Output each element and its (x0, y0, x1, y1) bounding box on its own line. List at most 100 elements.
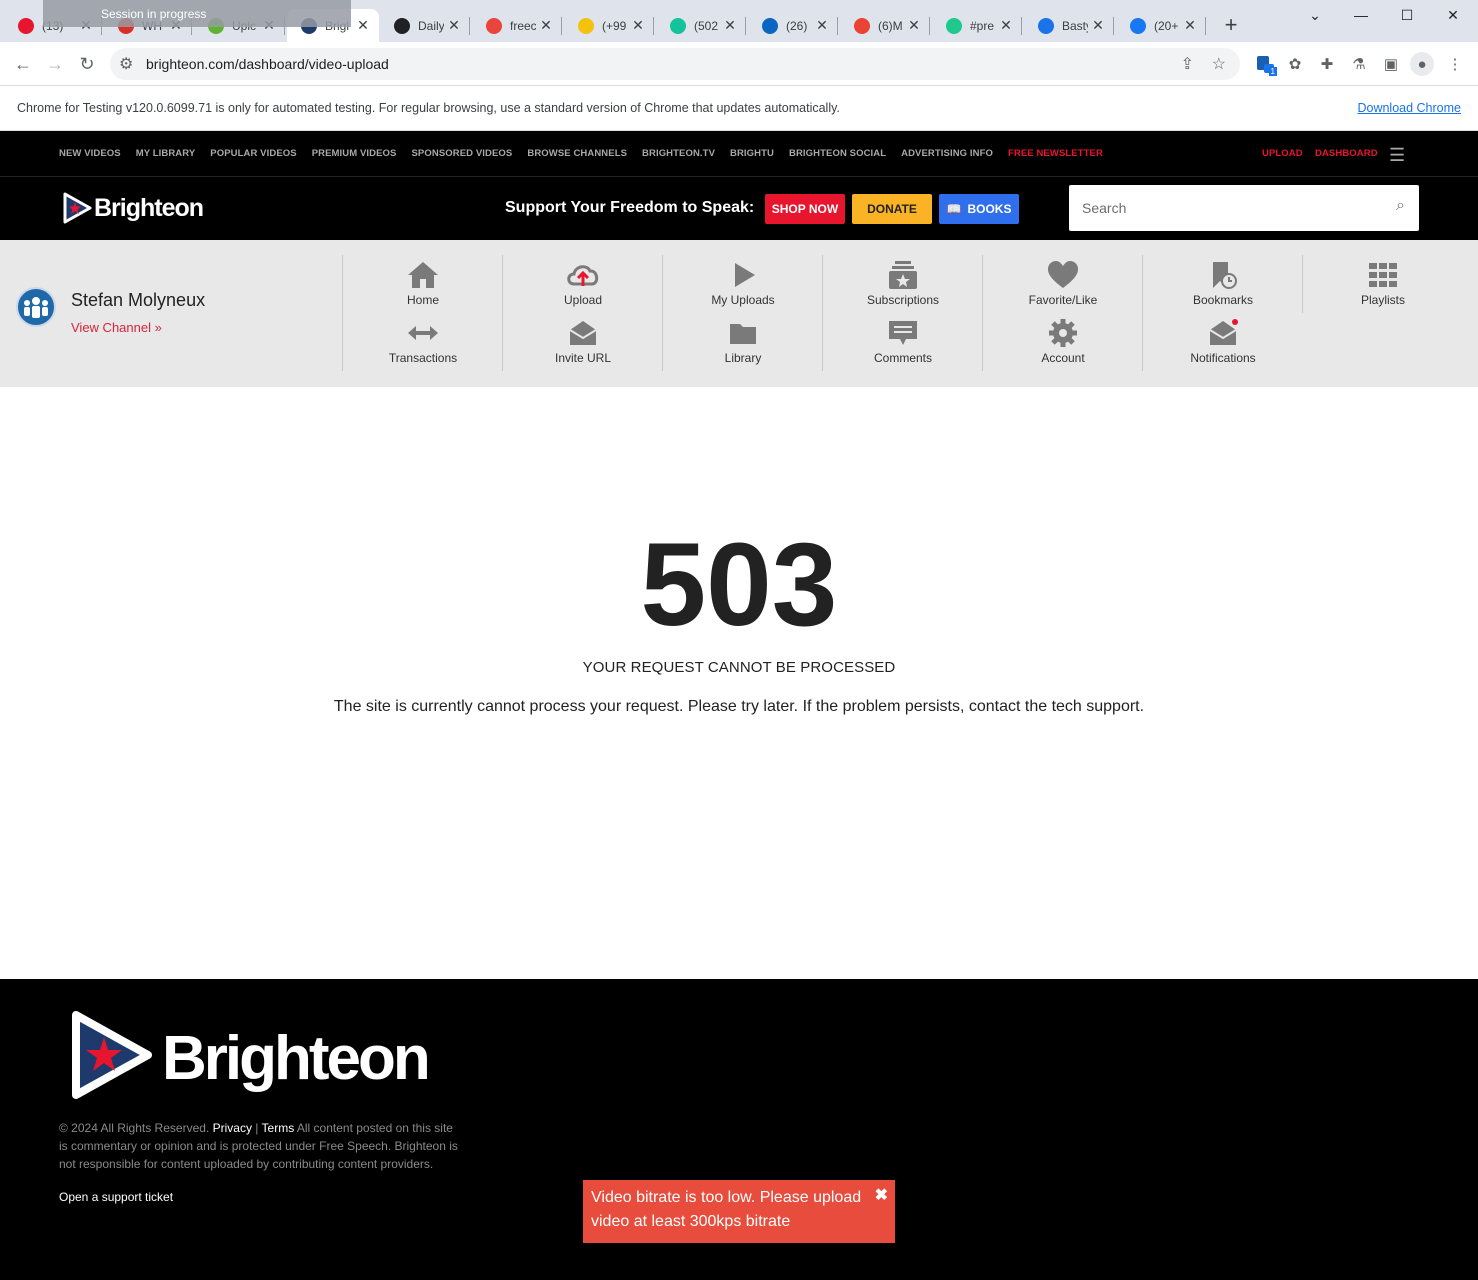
tab-favicon-icon (854, 17, 870, 34)
tab-search-icon[interactable]: ⌄ (1292, 0, 1338, 30)
view-channel-link[interactable]: View Channel » (71, 320, 162, 335)
topnav-link[interactable]: BRIGHTU (730, 148, 774, 159)
tab-title: freec (510, 18, 536, 33)
dash-col-5: Favorite/Like Account (982, 255, 1142, 371)
play-icon (735, 263, 755, 287)
privacy-link[interactable]: Privacy (213, 1121, 252, 1135)
browser-tab[interactable]: Daily ✕ (380, 9, 470, 42)
extension-icon[interactable]: 1 (1253, 52, 1277, 76)
flask-icon[interactable]: ⚗ (1347, 52, 1371, 76)
profile-icon[interactable]: ● (1410, 52, 1434, 76)
envelope-notification-icon (1209, 319, 1238, 345)
share-icon[interactable]: ⇪ (1181, 54, 1194, 74)
toast-close-icon[interactable]: ✖ (875, 1184, 888, 1208)
dash-item-invite-url[interactable]: Invite URL (503, 318, 663, 365)
tab-title: (20+ (1154, 18, 1179, 33)
hamburger-menu-icon[interactable]: ☰ (1389, 145, 1405, 166)
tab-favicon-icon (486, 17, 502, 34)
tab-close-icon[interactable]: ✕ (996, 17, 1016, 34)
browser-tab[interactable]: freec ✕ (472, 9, 562, 42)
newsletter-link[interactable]: FREE NEWSLETTER (1008, 148, 1103, 159)
browser-tab[interactable]: Basty✕ (1024, 9, 1114, 42)
toast-message: Video bitrate is too low. Please upload … (591, 1189, 862, 1230)
avatar[interactable] (16, 287, 56, 327)
tab-title: Daily (418, 18, 444, 33)
tab-close-icon[interactable]: ✕ (720, 17, 740, 34)
tab-close-icon[interactable]: ✕ (1088, 17, 1108, 34)
search-icon[interactable]: ⌕ (1396, 197, 1405, 215)
dash-item-upload[interactable]: Upload (503, 260, 663, 307)
dash-item-playlists[interactable]: Playlists (1303, 260, 1463, 307)
brighteon-logo[interactable]: Brighteon (62, 192, 204, 224)
dash-item-comments[interactable]: Comments (823, 318, 983, 365)
topnav-link[interactable]: PREMIUM VIDEOS (312, 148, 397, 159)
browser-tab[interactable]: (502 ✕ (656, 9, 746, 42)
browser-tab[interactable]: (20+ ✕ (1116, 9, 1206, 42)
back-icon[interactable]: ← (9, 50, 37, 78)
tab-close-icon[interactable]: ✕ (444, 17, 464, 34)
browser-tab[interactable]: #pre ✕ (932, 9, 1022, 42)
minimize-icon[interactable]: — (1338, 0, 1384, 30)
tab-close-icon[interactable]: ✕ (1180, 17, 1200, 34)
url-text[interactable]: brighteon.com/dashboard/video-upload (146, 56, 389, 72)
address-bar[interactable]: ⚙ brighteon.com/dashboard/video-upload ⇪… (110, 48, 1240, 80)
browser-tab[interactable]: (26) ✕ (748, 9, 838, 42)
tab-close-icon[interactable]: ✕ (904, 17, 924, 34)
shop-now-button[interactable]: SHOP NOW (765, 194, 845, 224)
book-icon: 📖 (946, 202, 962, 216)
extension-icon-2[interactable]: ✿ (1283, 52, 1307, 76)
forward-icon[interactable]: → (41, 50, 69, 78)
dash-item-subscriptions[interactable]: Subscriptions (823, 260, 983, 307)
tab-title: Basty (1062, 18, 1088, 33)
topnav-link[interactable]: NEW VIDEOS (59, 148, 121, 159)
support-ticket-link[interactable]: Open a support ticket (59, 1190, 173, 1204)
search-input[interactable]: Search ⌕ (1069, 185, 1419, 231)
topnav-link[interactable]: MY LIBRARY (136, 148, 196, 159)
browser-tab[interactable]: (+99 ✕ (564, 9, 654, 42)
footer-copyright: © 2024 All Rights Reserved. Privacy | Te… (59, 1121, 458, 1171)
home-icon (408, 262, 438, 288)
dash-col-4: Subscriptions Comments (822, 255, 982, 371)
reload-icon[interactable]: ↻ (73, 50, 101, 78)
maximize-icon[interactable]: ☐ (1384, 0, 1430, 30)
close-window-icon[interactable]: ✕ (1430, 0, 1476, 30)
topnav-link[interactable]: POPULAR VIDEOS (210, 148, 296, 159)
footer-logo[interactable]: Brighteon (70, 1009, 431, 1101)
topnav-link[interactable]: BROWSE CHANNELS (527, 148, 627, 159)
dash-item-notifications[interactable]: Notifications (1143, 318, 1303, 365)
tab-strip: (13)✕WH✕Uplc✕Brigl✕Daily✕freec✕(+99✕(502… (0, 0, 1478, 42)
tab-close-icon[interactable]: ✕ (353, 17, 373, 34)
tab-favicon-icon (1130, 17, 1146, 34)
browser-tab[interactable]: (6)M ✕ (840, 9, 930, 42)
topnav-link[interactable]: BRIGHTEON SOCIAL (789, 148, 886, 159)
terms-link[interactable]: Terms (262, 1121, 295, 1135)
topnav-link[interactable]: SPONSORED VIDEOS (412, 148, 513, 159)
site-header: Brighteon Support Your Freedom to Speak:… (0, 177, 1478, 240)
books-button[interactable]: 📖 BOOKS (939, 194, 1019, 224)
tab-close-icon[interactable]: ✕ (536, 17, 556, 34)
dashboard-link[interactable]: DASHBOARD (1315, 148, 1378, 159)
menu-dots-icon[interactable]: ⋮ (1443, 52, 1467, 76)
dash-item-library[interactable]: Library (663, 318, 823, 365)
folder-icon (730, 324, 756, 344)
new-tab-button[interactable]: + (1218, 13, 1244, 39)
tab-close-icon[interactable]: ✕ (812, 17, 832, 34)
tab-close-icon[interactable]: ✕ (628, 17, 648, 34)
tab-title: #pre (970, 18, 995, 33)
dash-item-favorite[interactable]: Favorite/Like (983, 260, 1143, 307)
dash-item-account[interactable]: Account (983, 318, 1143, 365)
dash-item-home[interactable]: Home (343, 260, 503, 307)
topnav-link[interactable]: ADVERTISING INFO (901, 148, 993, 159)
site-info-icon[interactable]: ⚙ (119, 54, 133, 74)
bookmark-star-icon[interactable]: ☆ (1212, 54, 1226, 74)
dash-item-bookmarks[interactable]: Bookmarks (1143, 260, 1303, 307)
upload-link[interactable]: UPLOAD (1262, 148, 1303, 159)
tab-favicon-icon (18, 17, 34, 34)
donate-button[interactable]: DONATE (852, 194, 932, 224)
dash-item-my-uploads[interactable]: My Uploads (663, 260, 823, 307)
topnav-link[interactable]: BRIGHTEON.TV (642, 148, 715, 159)
puzzle-extensions-icon[interactable]: ✚ (1315, 52, 1339, 76)
download-chrome-link[interactable]: Download Chrome (1357, 101, 1461, 115)
dash-item-transactions[interactable]: Transactions (343, 318, 503, 365)
side-panel-icon[interactable]: ▣ (1379, 52, 1403, 76)
